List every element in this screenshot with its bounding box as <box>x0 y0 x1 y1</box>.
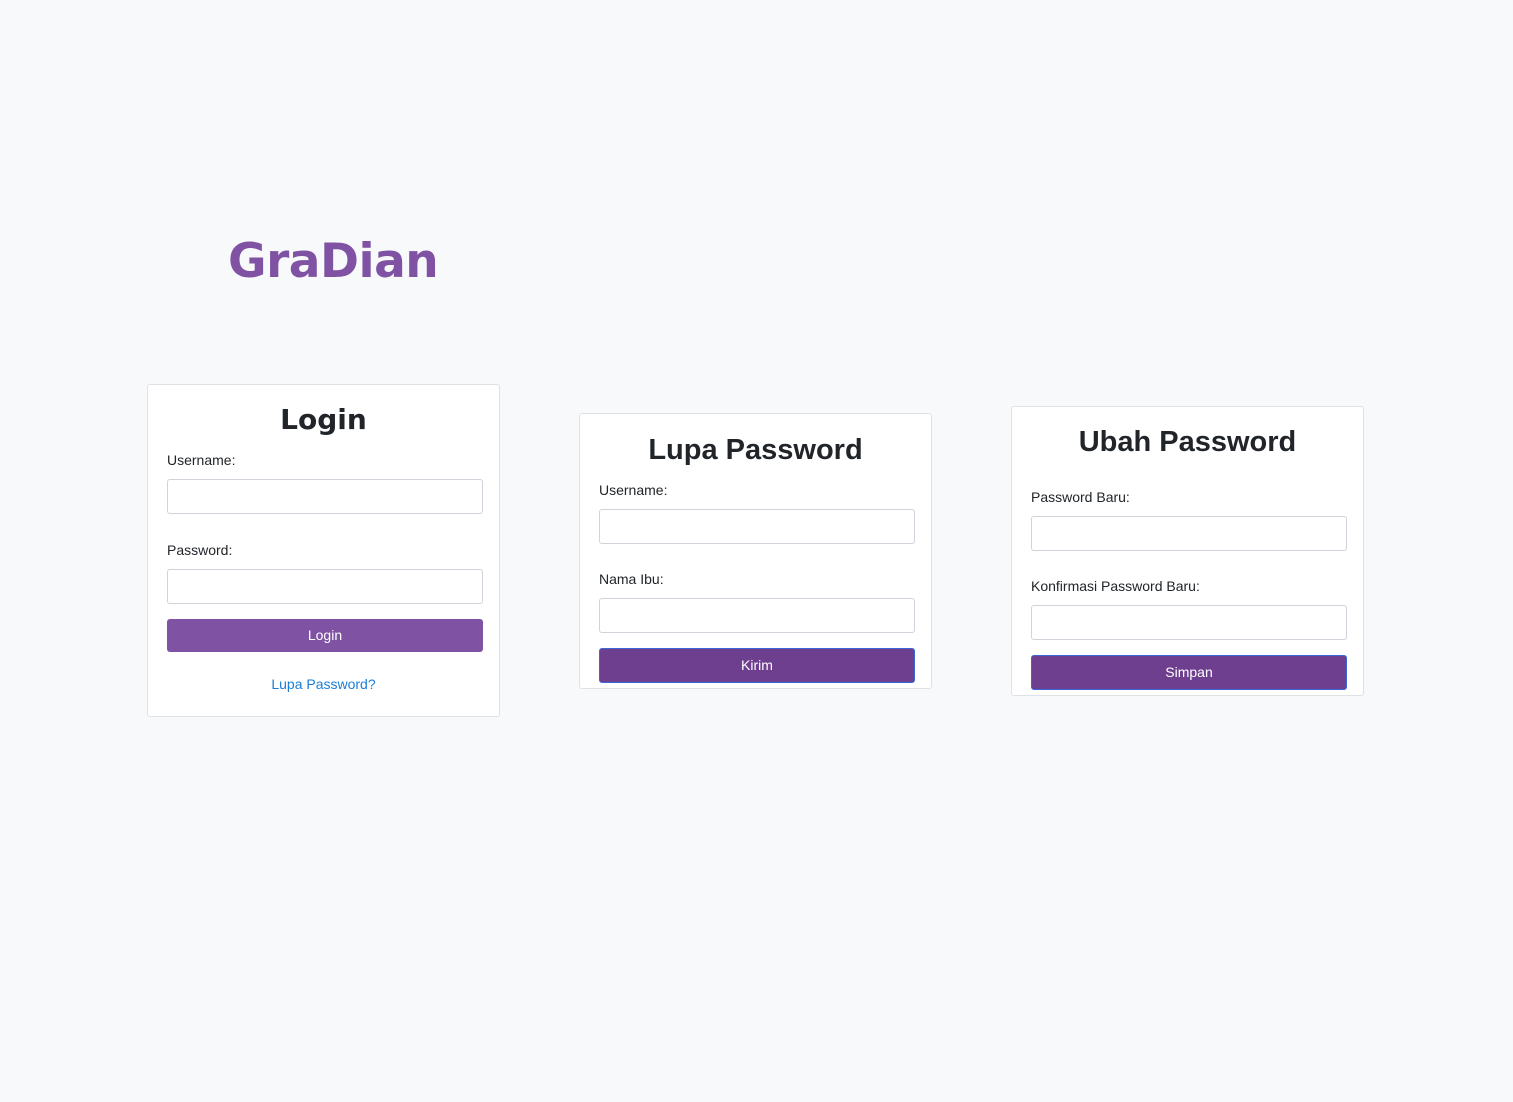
kirim-button[interactable]: Kirim <box>599 648 915 683</box>
page: GraDian Login Username: Password: Login … <box>0 0 1513 1102</box>
forgot-password-title: Lupa Password <box>648 434 863 466</box>
new-password-label: Password Baru: <box>1031 489 1130 505</box>
change-password-title: Ubah Password <box>1078 426 1297 458</box>
confirm-password-label: Konfirmasi Password Baru: <box>1031 578 1200 594</box>
nama-ibu-input[interactable] <box>599 598 915 633</box>
login-title: Login <box>280 403 367 436</box>
simpan-button[interactable]: Simpan <box>1031 655 1347 690</box>
username-label: Username: <box>599 482 668 498</box>
login-button[interactable]: Login <box>167 619 483 652</box>
login-username-input[interactable] <box>167 479 483 514</box>
forgot-password-link[interactable]: Lupa Password? <box>167 676 480 692</box>
login-password-input[interactable] <box>167 569 483 604</box>
forgot-password-card: Lupa Password Username: Nama Ibu: Kirim <box>579 413 932 689</box>
login-card: Login Username: Password: Login Lupa Pas… <box>147 384 500 717</box>
password-label: Password: <box>167 542 233 558</box>
change-password-card: Ubah Password Password Baru: Konfirmasi … <box>1011 406 1364 696</box>
brand-logo-text: GraDian <box>228 234 439 289</box>
forgot-username-input[interactable] <box>599 509 915 544</box>
confirm-password-input[interactable] <box>1031 605 1347 640</box>
new-password-input[interactable] <box>1031 516 1347 551</box>
username-label: Username: <box>167 452 236 468</box>
nama-ibu-label: Nama Ibu: <box>599 571 664 587</box>
